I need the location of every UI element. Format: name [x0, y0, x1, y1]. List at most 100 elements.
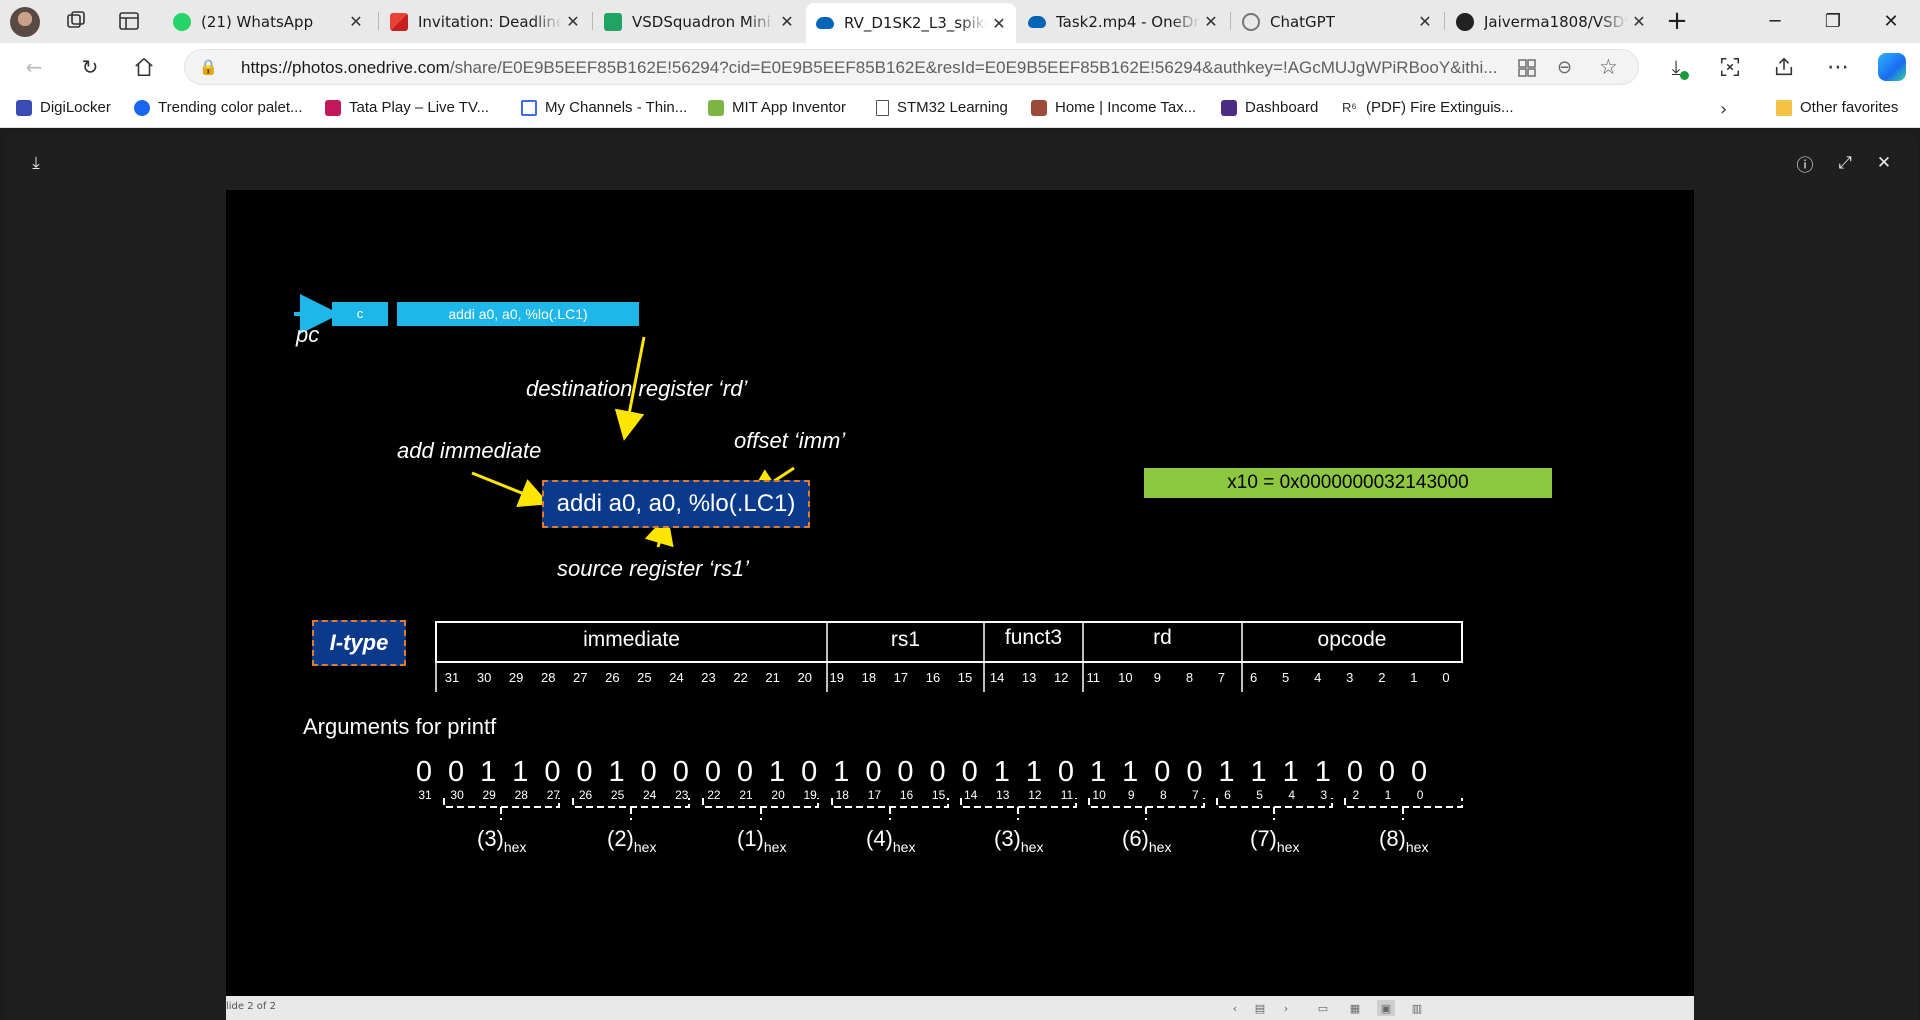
refresh-icon[interactable]: ↻ [72, 49, 108, 85]
bit-index: 22 [707, 788, 721, 802]
slide-sorter-icon[interactable]: ▦ [1346, 1000, 1364, 1016]
favorite-star-icon[interactable]: ☆ [1599, 55, 1618, 79]
notes-icon[interactable]: ▤ [1251, 1000, 1269, 1016]
field-rd: rd [1153, 626, 1172, 649]
tab-github[interactable]: Jaiverma1808/VSDS ✕ [1446, 3, 1656, 40]
binary-bit: 0 [929, 756, 946, 788]
bookmark-income-tax[interactable]: Home | Income Tax... [1031, 99, 1196, 116]
whatsapp-icon [173, 12, 191, 31]
close-tab-icon[interactable]: ✕ [345, 12, 367, 31]
address-bar[interactable]: 🔒 https://photos.onedrive.com/share/E0E9… [184, 49, 1639, 85]
tab-invitation[interactable]: Invitation: Deadline - ✕ [380, 3, 590, 40]
more-options-icon[interactable]: ⋯ [1820, 49, 1856, 85]
bit-number: 16 [925, 670, 941, 685]
bookmark-my-channels[interactable]: My Channels - Thin... [521, 99, 687, 116]
url-text: https://photos.onedrive.com/share/E0E9B5… [241, 58, 1498, 77]
other-favorites[interactable]: Other favorites [1776, 99, 1898, 116]
screenshot-icon[interactable] [1712, 49, 1748, 85]
dashboard-icon [1221, 99, 1237, 116]
source-register-label: source register ‘rs1’ [557, 556, 749, 581]
bookmark-fire-extinguisher[interactable]: R⁶ (PDF) Fire Extinguis... [1342, 99, 1514, 116]
tab-title: ChatGPT [1270, 12, 1335, 31]
bookmark-mit-app-inventor[interactable]: MIT App Inventor [708, 99, 846, 116]
workspaces-icon[interactable] [64, 9, 88, 33]
next-slide-icon[interactable]: › [1277, 1000, 1295, 1016]
hex-digit: (7)hex [1250, 826, 1300, 855]
new-tab-button[interactable]: + [1662, 6, 1692, 36]
bit-number: 26 [605, 670, 620, 685]
close-tab-icon[interactable]: ✕ [1200, 12, 1222, 31]
researchgate-icon: R⁶ [1342, 99, 1357, 115]
back-icon[interactable]: ← [16, 49, 52, 85]
addi-arrow [471, 471, 550, 507]
binary-bit: 0 [415, 756, 433, 788]
bookmark-stm32[interactable]: STM32 Learning [876, 99, 1008, 116]
bookmarks-more-chevron-icon[interactable]: › [1720, 99, 1727, 120]
share-icon[interactable] [1766, 49, 1802, 85]
restore-button[interactable]: ❐ [1810, 0, 1856, 42]
zoom-out-icon[interactable]: ⊖ [1557, 57, 1572, 78]
bit-index: 28 [514, 788, 528, 802]
binary-bit: 0 [1411, 756, 1428, 788]
bit-number: 28 [540, 670, 556, 685]
slideshow-icon[interactable]: ▥ [1408, 1000, 1426, 1016]
normal-view-icon[interactable]: ▭ [1314, 1000, 1332, 1016]
tab-title: (21) WhatsApp [201, 12, 314, 31]
bit-index: 21 [739, 788, 753, 802]
info-icon[interactable]: ⓘ [1790, 148, 1820, 178]
bit-index: 14 [964, 788, 978, 802]
bookmark-trending-color[interactable]: Trending color palet... [134, 99, 303, 116]
profile-avatar[interactable] [10, 7, 40, 37]
bookmark-digilocker[interactable]: DigiLocker [16, 99, 111, 116]
bit-index: 7 [1192, 788, 1199, 802]
lock-icon[interactable]: 🔒 [199, 58, 218, 76]
bit-number: 17 [893, 670, 909, 685]
tab-rv-d1sk2-active[interactable]: RV_D1SK2_L3_spikeS ✕ [806, 3, 1016, 43]
close-tab-icon[interactable]: ✕ [1628, 12, 1650, 31]
bit-index: 15 [931, 788, 946, 802]
expand-icon[interactable]: ⤢ [1830, 148, 1860, 178]
close-tab-icon[interactable]: ✕ [776, 12, 798, 31]
field-rs1: rs1 [890, 628, 921, 651]
bit-index: 27 [546, 788, 561, 802]
app-available-icon[interactable] [1517, 58, 1537, 78]
bit-index: 26 [578, 788, 593, 802]
bit-index: 24 [643, 788, 657, 802]
bit-number: 13 [1021, 670, 1037, 685]
bookmark-tata-play[interactable]: Tata Play – Live TV... [325, 99, 489, 116]
prev-slide-icon[interactable]: ‹ [1226, 1000, 1244, 1016]
binary-bit: 0 [736, 756, 754, 788]
binary-bit: 0 [544, 756, 561, 788]
close-tab-icon[interactable]: ✕ [988, 14, 1010, 33]
binary-bit: 1 [512, 756, 529, 788]
reading-view-icon[interactable]: ▣ [1377, 1000, 1395, 1016]
bit-number: 2 [1378, 670, 1386, 685]
bit-index: 10 [1092, 788, 1106, 802]
close-window-button[interactable]: ✕ [1868, 0, 1914, 42]
copilot-icon[interactable] [1878, 53, 1906, 81]
minimize-button[interactable]: ─ [1752, 0, 1798, 42]
downloads-icon[interactable]: ⤓ [1658, 49, 1694, 85]
tab-task2[interactable]: Task2.mp4 - OneDriv ✕ [1018, 3, 1228, 40]
bit-index: 4 [1288, 788, 1296, 802]
close-tab-icon[interactable]: ✕ [1414, 12, 1436, 31]
folder-icon [1776, 99, 1792, 116]
home-icon[interactable] [126, 49, 162, 85]
field-opcode: opcode [1317, 628, 1387, 651]
tab-actions-icon[interactable] [117, 9, 141, 33]
bit-number: 29 [508, 670, 524, 685]
bit-index: 18 [835, 788, 849, 802]
bit-index: 11 [1060, 788, 1074, 802]
binary-bit: 1 [1250, 756, 1267, 788]
tab-whatsapp[interactable]: (21) WhatsApp ✕ [163, 3, 373, 40]
hex-digit: (8)hex [1379, 826, 1429, 855]
onedrive-icon [816, 17, 834, 29]
close-tab-icon[interactable]: ✕ [562, 12, 584, 31]
download-icon[interactable]: ⤓ [21, 148, 51, 178]
bit-number: 23 [701, 670, 716, 685]
bookmark-dashboard[interactable]: Dashboard [1221, 99, 1318, 116]
mit-app-inventor-icon [708, 99, 724, 116]
close-viewer-icon[interactable]: ✕ [1869, 148, 1899, 178]
tab-chatgpt[interactable]: ChatGPT ✕ [1232, 3, 1442, 40]
tab-vsdsquadron[interactable]: VSDSquadron Mini R ✕ [594, 3, 804, 40]
